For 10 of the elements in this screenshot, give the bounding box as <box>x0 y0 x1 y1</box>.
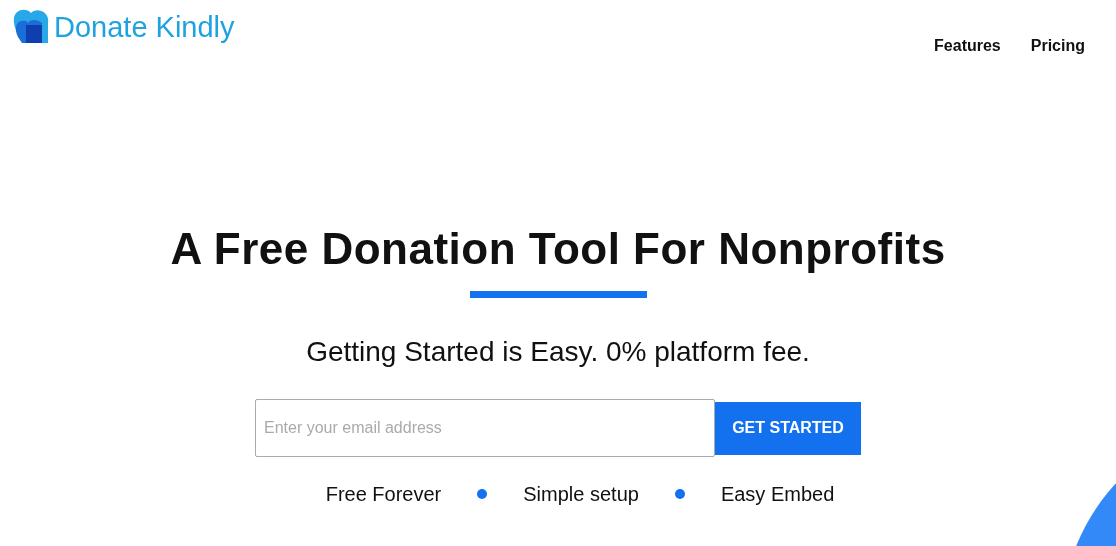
nav-link[interactable]: Pricing <box>1030 34 1085 58</box>
hero-heading: A Free Donation Tool For Nonprofits <box>170 227 946 271</box>
feature-text: Simple setup <box>523 482 639 507</box>
feature-text: Easy Embed <box>720 482 835 507</box>
email-field[interactable]: Enter your email address <box>255 399 715 457</box>
feature-text: Free Forever <box>325 482 442 507</box>
nav-link[interactable]: Features <box>934 34 1001 58</box>
hero-subtitle: Getting Started is Easy. 0% platform fee. <box>306 338 810 366</box>
heart-logo-icon <box>12 9 50 45</box>
get-started-button[interactable]: GET STARTED <box>715 401 861 455</box>
